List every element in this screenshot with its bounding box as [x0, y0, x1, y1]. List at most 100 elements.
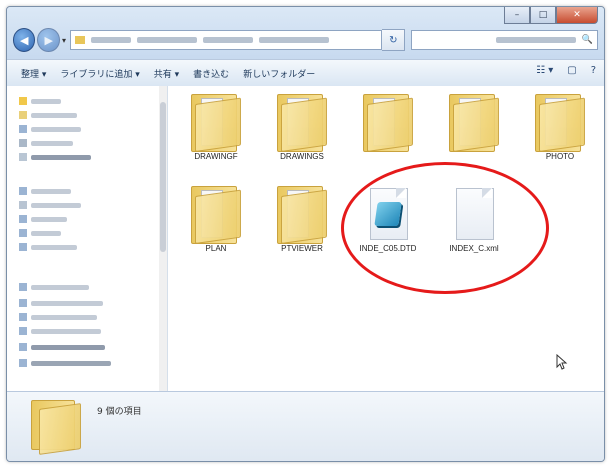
folder-item[interactable]: [348, 94, 428, 152]
view-options-button[interactable]: ☷ ▾: [536, 65, 553, 76]
nav-item[interactable]: [19, 242, 77, 252]
refresh-button[interactable]: ↻: [382, 29, 406, 51]
nav-item-label: [31, 244, 77, 250]
folder-label: PTVIEWER: [281, 244, 323, 253]
folder-icon: [191, 94, 241, 152]
details-pane: 9 個の項目: [7, 391, 604, 461]
nav-item[interactable]: [19, 186, 71, 196]
nav-item[interactable]: [19, 282, 89, 292]
folder-label: PLAN: [205, 244, 227, 253]
nav-item-label: [31, 344, 105, 350]
nav-item[interactable]: [19, 124, 81, 134]
folder-item[interactable]: DRAWINGS: [262, 94, 342, 161]
scrollbar-thumb[interactable]: [160, 102, 166, 252]
nav-item[interactable]: [19, 228, 61, 238]
help-button[interactable]: ?: [591, 65, 596, 76]
share-menu[interactable]: 共有 ▾: [154, 67, 179, 80]
nav-item-label: [31, 230, 61, 236]
folder-item[interactable]: DRAWINGF: [176, 94, 256, 161]
library-icon: [19, 187, 27, 195]
folder-icon: [191, 186, 241, 244]
folder-icon: [277, 94, 327, 152]
recent-icon: [19, 139, 27, 147]
nav-item-label: [31, 300, 103, 306]
title-bar: – □ ✕ ◀ ▶ ▾ ↻ 🔍: [7, 7, 604, 65]
folder-item[interactable]: PLAN: [176, 186, 256, 253]
address-bar[interactable]: [69, 30, 383, 50]
view-controls: ☷ ▾ ▢ ?: [536, 65, 596, 76]
folder-icon: [277, 186, 327, 244]
nav-item[interactable]: [19, 200, 81, 210]
search-input[interactable]: 🔍: [411, 30, 598, 50]
burn-button[interactable]: 書き込む: [193, 67, 229, 80]
folder-item[interactable]: PTVIEWER: [262, 186, 342, 253]
nav-item-label: [31, 154, 91, 160]
navigation-scrollbar[interactable]: [159, 86, 168, 391]
folder-icon: [19, 111, 27, 119]
computer-icon: [19, 283, 27, 291]
breadcrumb-segment[interactable]: [90, 37, 131, 43]
navigation-pane: [7, 86, 160, 391]
recent-pages-dropdown[interactable]: ▾: [62, 36, 66, 45]
desktop-icon: [19, 125, 27, 133]
music-icon: [19, 243, 27, 251]
breadcrumb-segment[interactable]: [136, 37, 197, 43]
caption-buttons: – □ ✕: [504, 7, 598, 24]
nav-item[interactable]: [19, 342, 105, 352]
breadcrumb-segment[interactable]: [202, 37, 253, 43]
folder-icon: [74, 36, 85, 44]
back-button[interactable]: ◀: [13, 28, 36, 52]
command-bar: 整理 ▾ ライブラリに追加 ▾ 共有 ▾ 書き込む 新しいフォルダー ☷ ▾ ▢…: [7, 59, 604, 87]
navigation-bar: ◀ ▶ ▾ ↻ 🔍: [13, 27, 598, 53]
nav-item[interactable]: [19, 358, 111, 368]
nav-item-label: [31, 360, 111, 366]
refresh-icon: ↻: [389, 34, 398, 46]
explorer-window: – □ ✕ ◀ ▶ ▾ ↻ 🔍 整理 ▾ ライブラリに追加 ▾ 共有 ▾ 書き込…: [6, 6, 605, 462]
folder-icon: [31, 400, 81, 455]
mouse-cursor-icon: [556, 354, 568, 370]
nav-item[interactable]: [19, 138, 73, 148]
nav-item-label: [31, 98, 61, 104]
folder-icon: [19, 153, 27, 161]
folder-icon: [363, 94, 413, 152]
documents-icon: [19, 201, 27, 209]
nav-item-label: [31, 314, 97, 320]
folder-item[interactable]: [434, 94, 514, 152]
folder-label: DRAWINGS: [280, 152, 324, 161]
nav-item[interactable]: [19, 96, 61, 106]
drive-icon: [19, 327, 27, 335]
add-to-library-menu[interactable]: ライブラリに追加 ▾: [60, 67, 139, 80]
back-arrow-icon: ◀: [20, 33, 29, 47]
folder-item[interactable]: PHOTO: [520, 94, 600, 161]
folder-icon: [535, 94, 585, 152]
nav-item-label: [31, 112, 77, 118]
forward-arrow-icon: ▶: [44, 33, 53, 47]
nav-item[interactable]: [19, 326, 101, 336]
nav-item[interactable]: [19, 298, 103, 308]
nav-item-label: [31, 140, 73, 146]
nav-item-label: [31, 284, 89, 290]
highlight-circle: [341, 162, 549, 294]
nav-item[interactable]: [19, 312, 97, 322]
drive-icon: [19, 343, 27, 351]
nav-item[interactable]: [19, 110, 77, 120]
new-folder-button[interactable]: 新しいフォルダー: [243, 67, 315, 80]
organize-menu[interactable]: 整理 ▾: [21, 67, 46, 80]
nav-item[interactable]: [19, 152, 91, 162]
favorites-star-icon: [19, 97, 27, 105]
nav-item-label: [31, 328, 101, 334]
forward-button[interactable]: ▶: [37, 28, 60, 52]
preview-pane-button[interactable]: ▢: [567, 65, 576, 76]
maximize-button[interactable]: □: [530, 7, 556, 24]
nav-item[interactable]: [19, 214, 67, 224]
network-icon: [19, 359, 27, 367]
search-icon: 🔍: [581, 35, 593, 45]
item-count: 9 個の項目: [97, 407, 142, 417]
folder-label: PHOTO: [545, 152, 575, 161]
breadcrumb-segment[interactable]: [258, 37, 329, 43]
video-icon: [19, 229, 27, 237]
nav-item-label: [31, 126, 81, 132]
minimize-button[interactable]: –: [504, 7, 530, 24]
close-button[interactable]: ✕: [556, 7, 598, 24]
pictures-icon: [19, 215, 27, 223]
